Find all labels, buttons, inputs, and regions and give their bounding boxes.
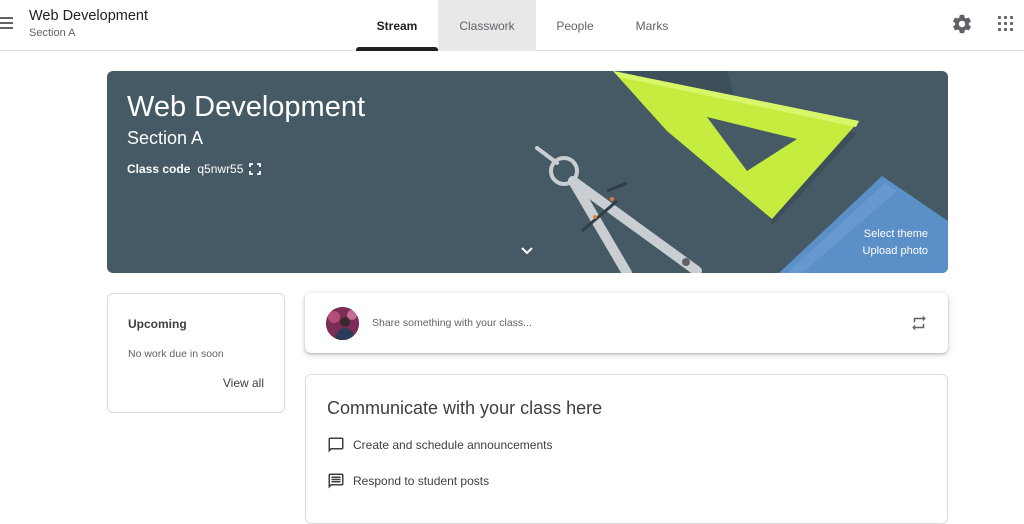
comment-icon [328,437,344,453]
communicate-item-label: Create and schedule announcements [353,438,553,452]
upload-photo-link[interactable]: Upload photo [863,245,928,257]
communicate-card: Communicate with your class here Create … [305,374,948,524]
fullscreen-icon[interactable] [249,163,262,175]
upcoming-title: Upcoming [128,317,187,331]
tab-bar: Stream Classwork People Marks [356,0,690,51]
tab-stream[interactable]: Stream [356,0,438,51]
share-composer[interactable]: Share something with your class... [305,293,948,353]
communicate-title: Communicate with your class here [327,398,603,418]
upcoming-card: Upcoming No work due in soon View all [107,293,285,413]
class-code-value: q5nwr55 [197,162,244,176]
upcoming-empty-text: No work due in soon [128,348,224,360]
banner-title: Web Development [127,91,366,123]
avatar [326,307,359,340]
top-app-bar: Web Development Section A Stream Classwo… [0,0,1024,51]
repost-icon[interactable] [910,314,928,332]
menu-icon[interactable] [0,14,14,34]
tab-classwork[interactable]: Classwork [438,0,536,51]
tab-marks[interactable]: Marks [614,0,690,51]
chevron-down-icon[interactable] [520,246,534,256]
class-banner: Web Development Section A Class code q5n… [107,71,948,273]
select-theme-link[interactable]: Select theme [864,228,928,240]
class-title[interactable]: Web Development [29,8,148,24]
view-all-link[interactable]: View all [223,376,264,390]
gear-icon[interactable] [951,13,973,35]
apps-grid-icon[interactable] [998,16,1014,32]
communicate-item-respond: Respond to student posts [327,472,489,490]
class-code-label: Class code [127,162,191,176]
tab-people[interactable]: People [536,0,614,51]
class-section: Section A [29,27,76,39]
message-icon [328,473,344,489]
banner-section: Section A [127,128,204,148]
communicate-item-announcements: Create and schedule announcements [327,436,552,454]
class-code: Class code q5nwr55 [127,162,262,176]
communicate-item-label: Respond to student posts [353,474,490,488]
share-input-placeholder[interactable]: Share something with your class... [372,317,532,329]
